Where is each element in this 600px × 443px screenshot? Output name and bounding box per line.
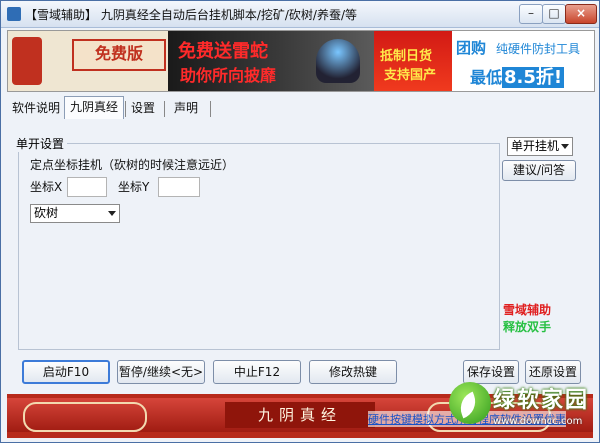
chevron-down-icon	[561, 144, 569, 149]
groupbuy-price: 最低 8.5折!	[470, 63, 565, 89]
status-slogan: 释放双手	[503, 320, 552, 334]
action-select[interactable]: 砍树	[30, 204, 120, 223]
watermark-url: www.downcc.com	[493, 416, 583, 427]
pause-resume-button[interactable]: 暂停/继续<无>	[117, 360, 205, 384]
tab-settings[interactable]: 设置	[126, 98, 160, 118]
fixed-point-label: 定点坐标挂机（砍树的时候注意远近）	[30, 158, 235, 172]
mode-select[interactable]: 单开挂机	[507, 137, 573, 156]
maximize-button[interactable]: □	[542, 4, 566, 24]
price-value: 8.5折!	[502, 67, 565, 88]
minimize-button[interactable]: –	[519, 4, 543, 24]
leaf-logo-icon	[449, 382, 491, 424]
banner-flag-panel: 抵制日货 支持国产	[374, 31, 452, 91]
main-window: 【雪域辅助】 九阴真经全自动后台挂机脚本/挖矿/砍树/养蚕/等 – □ × 免费…	[0, 0, 600, 443]
app-icon	[7, 7, 21, 21]
close-button[interactable]: ×	[565, 4, 597, 24]
single-settings-group	[18, 143, 500, 350]
promo-subline: 助你所向披靡	[180, 66, 277, 85]
coord-y-label: 坐标Y	[118, 180, 150, 194]
start-button[interactable]: 启动F10	[22, 360, 110, 384]
groupbuy-title: 团购	[456, 39, 487, 57]
chevron-down-icon	[108, 211, 116, 216]
banner-razer-promo[interactable]: 免费送雷蛇 助你所向披靡	[168, 31, 374, 91]
coord-x-label: 坐标X	[30, 180, 63, 194]
groupbuy-subtitle: 纯硬件防封工具	[496, 42, 581, 56]
action-select-value: 砍树	[34, 206, 59, 220]
flag-line-1: 抵制日货	[380, 49, 433, 64]
price-prefix: 最低	[470, 68, 503, 87]
footer-game-title: 九阴真经	[225, 402, 375, 428]
group-title: 单开设置	[13, 135, 68, 152]
promo-headline: 免费送雷蛇	[178, 41, 268, 62]
watermark-text: 绿软家园	[493, 388, 590, 413]
tab-statement[interactable]: 声明	[169, 98, 203, 118]
banner-free-panel: 免费版	[8, 31, 168, 91]
scroll-ornament-icon	[12, 37, 42, 85]
stop-button[interactable]: 中止F12	[213, 360, 301, 384]
feedback-button[interactable]: 建议/问答	[502, 160, 576, 181]
tab-divider	[164, 101, 165, 117]
watermark-logo: 绿软家园 www.downcc.com	[449, 378, 599, 438]
tab-divider	[210, 101, 211, 117]
ad-banner[interactable]: 免费版 免费送雷蛇 助你所向披靡 抵制日货 支持国产 团购 纯硬件防封工具 最低…	[7, 30, 595, 92]
mode-select-value: 单开挂机	[511, 139, 560, 153]
tab-jiuyin[interactable]: 九阴真经	[64, 96, 125, 119]
status-brand: 雪域辅助	[503, 303, 552, 317]
gaming-mouse-icon	[316, 39, 360, 83]
window-title: 【雪域辅助】 九阴真经全自动后台挂机脚本/挖矿/砍树/养蚕/等	[25, 8, 357, 22]
free-edition-label: 免费版	[72, 39, 166, 71]
cloud-ornament-icon	[23, 402, 147, 432]
coord-y-input[interactable]	[158, 177, 200, 197]
flag-line-2: 支持国产	[384, 68, 437, 83]
leaf-icon	[455, 391, 481, 419]
banner-groupbuy-promo[interactable]: 抵制日货 支持国产 团购 纯硬件防封工具 最低 8.5折!	[374, 31, 594, 91]
tab-software-info[interactable]: 软件说明	[7, 98, 65, 118]
edit-hotkey-button[interactable]: 修改热键	[309, 360, 397, 384]
title-bar[interactable]: 【雪域辅助】 九阴真经全自动后台挂机脚本/挖矿/砍树/养蚕/等 – □ ×	[1, 1, 599, 28]
coord-x-input[interactable]	[67, 177, 107, 197]
